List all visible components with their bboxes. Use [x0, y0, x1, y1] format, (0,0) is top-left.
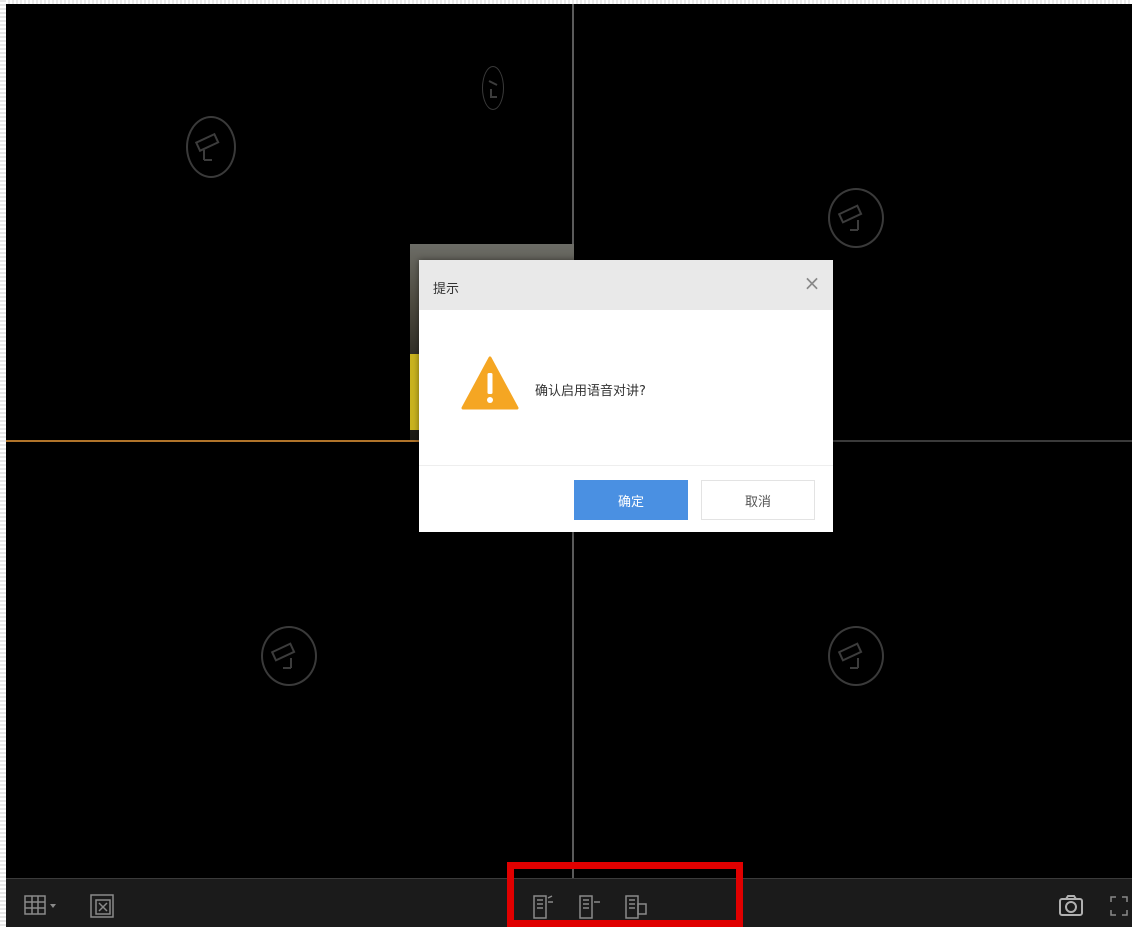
intercom-stop-icon[interactable] — [624, 894, 648, 924]
camera-placeholder-icon — [828, 626, 884, 686]
snapshot-icon[interactable] — [1059, 895, 1085, 921]
cancel-button[interactable]: 取消 — [701, 480, 815, 520]
close-all-icon[interactable] — [90, 892, 116, 924]
dialog-title: 提示 — [433, 282, 460, 297]
warning-icon — [461, 356, 519, 410]
camera-placeholder-icon — [482, 66, 504, 110]
fullscreen-icon[interactable] — [1110, 896, 1128, 920]
confirm-button[interactable]: 确定 — [574, 480, 688, 520]
player-toolbar — [6, 878, 1132, 927]
camera-placeholder-icon — [261, 626, 317, 686]
confirm-dialog: 提示 × 确认启用语音对讲? 确定 取消 — [419, 260, 833, 532]
intercom-talk-icon[interactable] — [578, 894, 602, 924]
grid-layout-icon[interactable] — [24, 895, 58, 921]
intercom-start-icon[interactable] — [532, 894, 554, 924]
dialog-message: 确认启用语音对讲? — [535, 384, 646, 399]
close-icon[interactable]: × — [801, 272, 823, 294]
camera-placeholder-icon — [186, 116, 236, 178]
camera-placeholder-icon — [828, 188, 884, 248]
dialog-header: 提示 × — [419, 260, 833, 310]
dialog-divider — [419, 465, 833, 466]
